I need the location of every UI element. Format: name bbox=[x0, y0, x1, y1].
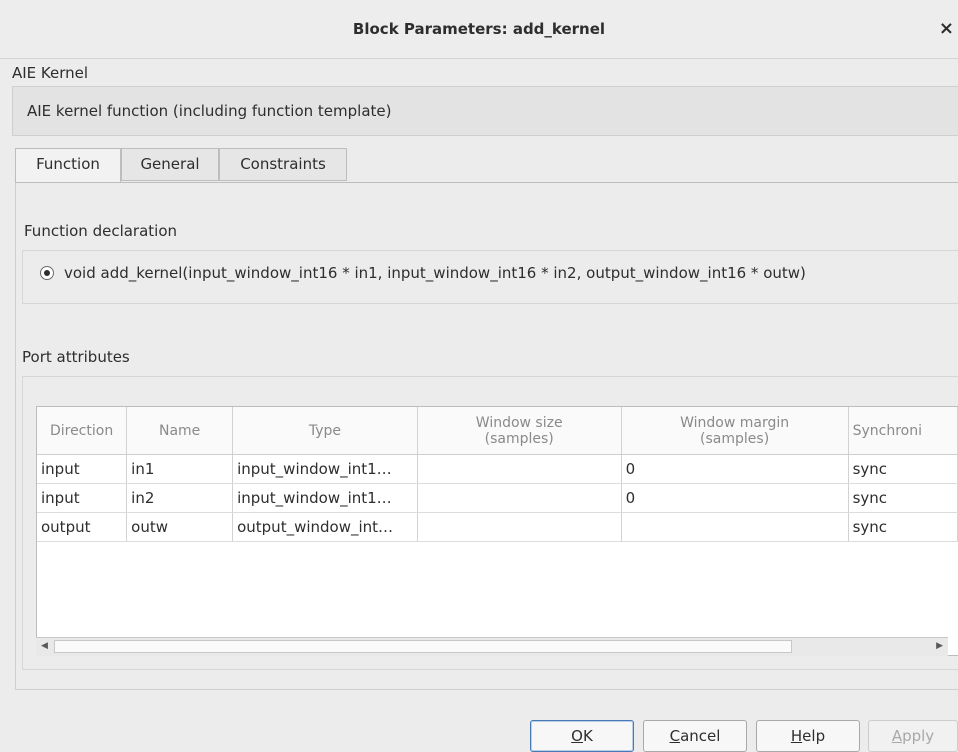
cell-window-size[interactable] bbox=[417, 483, 622, 513]
cancel-button[interactable]: Cancel bbox=[643, 720, 747, 752]
declaration-option[interactable]: void add_kernel(input_window_int16 * in1… bbox=[40, 264, 806, 282]
apply-button[interactable]: Apply bbox=[868, 720, 958, 752]
tab-function[interactable]: Function bbox=[15, 148, 121, 183]
column-header-name[interactable]: Name bbox=[126, 407, 234, 455]
cell-name[interactable]: in1 bbox=[126, 454, 234, 484]
cell-window-size[interactable] bbox=[417, 512, 622, 542]
column-header-type[interactable]: Type bbox=[232, 407, 418, 455]
cell-window-size[interactable] bbox=[417, 454, 622, 484]
function-declaration-label: Function declaration bbox=[24, 222, 178, 240]
cell-name[interactable]: in2 bbox=[126, 483, 234, 513]
help-button[interactable]: Help bbox=[756, 720, 860, 752]
port-attributes-label: Port attributes bbox=[22, 348, 130, 366]
cell-synchronicity[interactable]: sync bbox=[848, 483, 958, 513]
column-header-direction[interactable]: Direction bbox=[37, 407, 128, 455]
radio-selected-icon[interactable] bbox=[40, 266, 54, 280]
cell-direction[interactable]: output bbox=[37, 512, 128, 542]
scroll-right-arrow-icon[interactable]: ▶ bbox=[936, 641, 943, 651]
close-icon[interactable]: × bbox=[939, 18, 954, 39]
declaration-text: void add_kernel(input_window_int16 * in1… bbox=[64, 264, 806, 282]
column-header-synchronicity[interactable]: Synchroni bbox=[848, 407, 958, 455]
cell-direction[interactable]: input bbox=[37, 454, 128, 484]
kernel-group-label: AIE Kernel bbox=[12, 64, 89, 82]
cell-type[interactable]: output_window_int… bbox=[232, 512, 418, 542]
horizontal-scrollbar[interactable]: ◀ ▶ bbox=[36, 637, 948, 656]
title-bar: Block Parameters: add_kernel × bbox=[0, 0, 958, 59]
cell-type[interactable]: input_window_int1… bbox=[232, 454, 418, 484]
cell-synchronicity[interactable]: sync bbox=[848, 512, 958, 542]
cell-window-margin[interactable] bbox=[621, 512, 849, 542]
description-text: AIE kernel function (including function … bbox=[27, 102, 392, 120]
scroll-left-arrow-icon[interactable]: ◀ bbox=[41, 641, 48, 651]
table-row[interactable]: output outw output_window_int… sync bbox=[37, 512, 958, 542]
table-row[interactable]: input in1 input_window_int1… 0 sync bbox=[37, 454, 958, 484]
cell-synchronicity[interactable]: sync bbox=[848, 454, 958, 484]
column-header-window-size[interactable]: Window size (samples) bbox=[417, 407, 622, 455]
table-row[interactable]: input in2 input_window_int1… 0 sync bbox=[37, 483, 958, 513]
cell-window-margin[interactable]: 0 bbox=[621, 454, 849, 484]
tab-general[interactable]: General bbox=[121, 148, 219, 181]
window-title: Block Parameters: add_kernel bbox=[352, 20, 606, 38]
table-header-row: Direction Name Type Window size (samples)… bbox=[37, 407, 958, 455]
tab-constraints[interactable]: Constraints bbox=[219, 148, 347, 181]
description-panel: AIE kernel function (including function … bbox=[12, 86, 958, 136]
ok-button[interactable]: OK bbox=[530, 720, 634, 752]
cell-name[interactable]: outw bbox=[126, 512, 234, 542]
scrollbar-thumb[interactable] bbox=[54, 640, 792, 653]
cell-direction[interactable]: input bbox=[37, 483, 128, 513]
cell-window-margin[interactable]: 0 bbox=[621, 483, 849, 513]
cell-type[interactable]: input_window_int1… bbox=[232, 483, 418, 513]
port-table: Direction Name Type Window size (samples)… bbox=[36, 406, 958, 656]
column-header-window-margin[interactable]: Window margin (samples) bbox=[621, 407, 849, 455]
